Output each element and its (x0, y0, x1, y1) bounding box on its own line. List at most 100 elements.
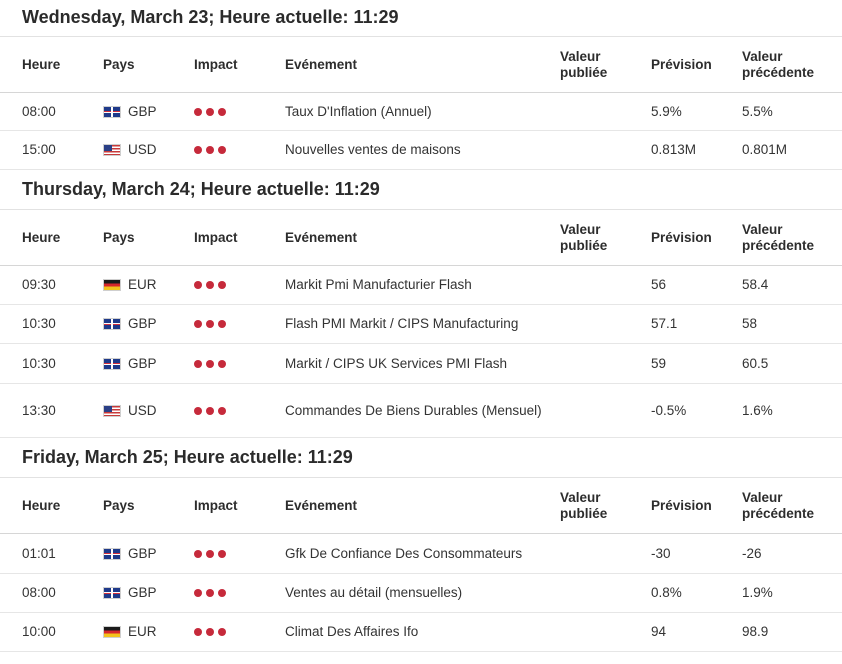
impact-dot-icon (218, 107, 226, 116)
flag-usd-icon (103, 144, 121, 156)
event-previous: 60.5 (742, 355, 769, 371)
impact-dots (194, 628, 226, 636)
event-country: USD (103, 384, 157, 437)
impact-dot-icon (206, 359, 214, 368)
flag-gbp-icon (103, 105, 121, 118)
event-actual (560, 344, 640, 383)
table-row[interactable]: 01:01 GBP Gfk De Confiance Des Consommateu… (0, 534, 842, 574)
currency-code: EUR (128, 624, 157, 639)
event-name: Climat Des Affaires Ifo (285, 624, 419, 639)
impact-dot-icon (218, 281, 226, 289)
column-header-previous: Valeur précédente (742, 221, 815, 253)
event-actual (560, 305, 640, 343)
event-forecast: 0.8% (651, 585, 682, 600)
event-previous: 58 (742, 316, 758, 331)
flag-gbp-icon (103, 318, 121, 330)
impact-dot-icon (218, 146, 226, 154)
impact-dots (194, 406, 226, 415)
currency-code: GBP (128, 545, 157, 561)
impact-dot-icon (194, 320, 202, 328)
column-header-event: Evénement (285, 497, 358, 513)
impact-dots (194, 549, 226, 558)
event-actual (560, 93, 640, 130)
currency-code: GBP (128, 316, 157, 331)
event-time: 09:30 (22, 277, 56, 292)
event-forecast: 56 (651, 277, 667, 292)
event-actual (560, 384, 640, 437)
column-header-previous: Valeur précédente (742, 489, 815, 521)
table-header: Heure Pays Impact Evénement Valeur publiée Pr… (0, 37, 842, 93)
column-header-impact: Impact (194, 497, 238, 513)
currency-code: GBP (128, 103, 157, 119)
impact-indicator (194, 344, 226, 383)
day-section: Friday, March 25; Heure actuelle: 11:29 H… (0, 438, 842, 652)
impact-dot-icon (194, 107, 202, 116)
impact-dot-icon (194, 359, 202, 368)
event-previous: 5.5% (742, 103, 773, 119)
event-country: GBP (103, 305, 157, 343)
flag-eur-icon (103, 626, 121, 638)
impact-indicator (194, 266, 226, 304)
day-title: Wednesday, March 23; Heure actuelle: 11:… (0, 0, 842, 37)
event-name: Taux D'Inflation (Annuel) (285, 103, 432, 119)
event-country: GBP (103, 93, 157, 130)
day-title: Friday, March 25; Heure actuelle: 11:29 (0, 438, 842, 478)
impact-dot-icon (194, 589, 202, 597)
column-header-time: Heure (22, 497, 61, 513)
impact-dot-icon (194, 628, 202, 636)
table-row[interactable]: 08:00 GBP Ventes au détail (mensuelles) 0.8… (0, 574, 842, 613)
flag-usd-icon (103, 404, 121, 417)
impact-dot-icon (218, 406, 226, 415)
column-header-country: Pays (103, 229, 135, 245)
column-header-country: Pays (103, 56, 135, 72)
impact-indicator (194, 613, 226, 651)
event-name: Gfk De Confiance Des Consommateurs (285, 545, 523, 561)
event-actual (560, 266, 640, 304)
column-header-impact: Impact (194, 56, 238, 72)
event-name: Commandes De Biens Durables (Mensuel) (285, 402, 542, 418)
table-row[interactable]: 09:30 EUR Markit Pmi Manufacturier Flash 56… (0, 266, 842, 305)
table-row[interactable]: 10:30 GBP Flash PMI Markit / CIPS Manufact… (0, 305, 842, 344)
event-name: Markit / CIPS UK Services PMI Flash (285, 355, 508, 371)
event-name: Flash PMI Markit / CIPS Manufacturing (285, 316, 519, 331)
column-header-previous: Valeur précédente (742, 48, 815, 80)
event-previous: -26 (742, 545, 762, 561)
impact-indicator (194, 384, 226, 437)
impact-indicator (194, 131, 226, 169)
table-row[interactable]: 08:00 GBP Taux D'Inflation (Annuel) 5.9% 5.5… (0, 93, 842, 131)
column-header-actual: Valeur publiée (560, 221, 608, 253)
impact-dots (194, 146, 226, 154)
table-row[interactable]: 10:00 EUR Climat Des Affaires Ifo 94 98.9 (0, 613, 842, 652)
column-header-actual: Valeur publiée (560, 48, 608, 80)
flag-gbp-icon (103, 547, 121, 560)
day-section: Wednesday, March 23; Heure actuelle: 11:… (0, 0, 842, 170)
event-country: EUR (103, 266, 157, 304)
impact-dot-icon (206, 320, 214, 328)
event-name: Ventes au détail (mensuelles) (285, 585, 463, 600)
currency-code: USD (128, 402, 157, 418)
impact-dot-icon (206, 589, 214, 597)
event-forecast: 94 (651, 624, 667, 639)
event-time: 01:01 (22, 545, 56, 561)
event-time: 10:30 (22, 355, 56, 371)
table-row[interactable]: 13:30 USD Commandes De Biens Durables (Men… (0, 384, 842, 438)
impact-dot-icon (218, 359, 226, 368)
impact-dots (194, 589, 226, 597)
event-name: Nouvelles ventes de maisons (285, 142, 461, 157)
event-country: USD (103, 131, 157, 169)
impact-dot-icon (218, 589, 226, 597)
event-forecast: 59 (651, 355, 667, 371)
event-time: 15:00 (22, 142, 56, 157)
event-forecast: 0.813M (651, 142, 697, 157)
impact-dot-icon (218, 628, 226, 636)
flag-gbp-icon (103, 357, 121, 370)
event-time: 10:30 (22, 316, 56, 331)
impact-dots (194, 359, 226, 368)
event-actual (560, 131, 640, 169)
currency-code: GBP (128, 355, 157, 371)
table-row[interactable]: 10:30 GBP Markit / CIPS UK Services PMI Fl… (0, 344, 842, 384)
impact-dot-icon (194, 549, 202, 558)
impact-dots (194, 320, 226, 328)
day-title: Thursday, March 24; Heure actuelle: 11:2… (0, 170, 842, 210)
table-row[interactable]: 15:00 USD Nouvelles ventes de maisons 0.813… (0, 131, 842, 170)
